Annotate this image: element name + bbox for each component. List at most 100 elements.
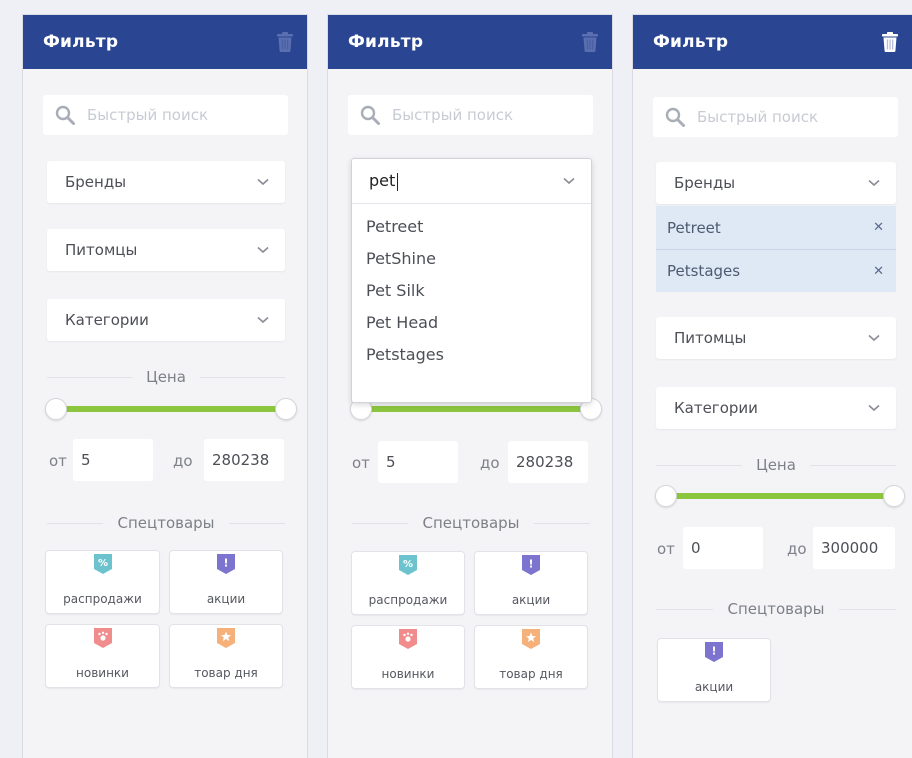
selected-brand-item: Petstages ✕ <box>656 249 896 292</box>
percent-badge-icon: % <box>399 555 417 575</box>
categories-dropdown[interactable]: Категории <box>656 387 896 429</box>
special-label: акции <box>511 593 551 607</box>
brand-option[interactable]: Pet Head <box>352 306 591 338</box>
selected-brand-label: Petstages <box>667 262 741 280</box>
chevron-down-icon <box>257 178 269 186</box>
brand-option[interactable]: Pet Silk <box>352 274 591 306</box>
selected-brand-label: Petreet <box>667 218 721 237</box>
search-icon <box>360 105 380 125</box>
svg-text:%: % <box>403 559 413 570</box>
special-sale-button[interactable]: % распродажи <box>45 550 160 614</box>
panel-title: Фильтр <box>348 32 424 52</box>
star-badge-icon <box>217 628 235 648</box>
specials-section-title: Спецтовары <box>656 599 896 619</box>
special-deal-button[interactable]: товар дня <box>169 624 283 688</box>
selected-brand-item: Petreet ✕ <box>656 206 896 249</box>
price-from-input[interactable]: 5 <box>378 441 458 483</box>
pets-dropdown[interactable]: Питомцы <box>47 229 285 271</box>
brand-option[interactable]: PetShine <box>352 242 591 274</box>
price-slider-min-handle[interactable] <box>655 485 677 507</box>
dropdown-label: Категории <box>674 399 758 417</box>
panel-header: Фильтр <box>328 15 612 69</box>
chevron-down-icon <box>868 334 880 342</box>
panel-title: Фильтр <box>43 32 119 52</box>
price-to-input[interactable]: 280238 <box>204 439 284 481</box>
remove-icon[interactable]: ✕ <box>873 264 884 279</box>
dropdown-label: Бренды <box>65 173 127 191</box>
special-label: акции <box>206 592 246 606</box>
price-to-label: до <box>173 452 193 470</box>
price-slider-max-handle[interactable] <box>883 485 905 507</box>
price-slider-min-handle[interactable] <box>45 398 67 420</box>
price-slider[interactable] <box>45 398 297 420</box>
price-slider-track <box>360 406 592 412</box>
svg-text:!: ! <box>711 645 716 658</box>
trash-icon[interactable] <box>882 32 898 52</box>
special-promo-button[interactable]: ! акции <box>657 638 771 702</box>
pets-dropdown[interactable]: Питомцы <box>656 317 896 359</box>
brand-autocomplete-popup: pet Petreet PetShine Pet Silk Pet Head P… <box>351 158 592 403</box>
svg-text:%: % <box>97 558 107 569</box>
panel-header: Фильтр <box>23 15 307 69</box>
price-slider[interactable] <box>655 485 905 507</box>
brands-dropdown[interactable]: Бренды <box>47 161 285 203</box>
exclamation-badge-icon: ! <box>705 642 723 662</box>
special-label: товар дня <box>499 667 563 681</box>
exclamation-badge-icon: ! <box>217 554 235 574</box>
search-placeholder: Быстрый поиск <box>697 108 819 126</box>
svg-text:!: ! <box>223 557 228 570</box>
remove-icon[interactable]: ✕ <box>873 220 884 235</box>
brand-option[interactable]: Petreet <box>352 210 591 242</box>
search-icon <box>665 107 685 127</box>
brand-search-input[interactable]: pet <box>352 159 591 204</box>
special-new-button[interactable]: новинки <box>45 624 160 688</box>
price-section-title: Цена <box>47 367 285 387</box>
price-slider-max-handle[interactable] <box>275 398 297 420</box>
price-section-title: Цена <box>656 455 896 475</box>
quick-search-input[interactable]: Быстрый поиск <box>348 95 593 135</box>
chevron-down-icon <box>257 316 269 324</box>
price-from-input[interactable]: 0 <box>683 527 763 569</box>
price-from-label: от <box>657 540 675 558</box>
special-promo-button[interactable]: ! акции <box>474 551 588 615</box>
special-deal-button[interactable]: товар дня <box>474 625 588 689</box>
exclamation-badge-icon: ! <box>522 555 540 575</box>
search-placeholder: Быстрый поиск <box>87 106 209 124</box>
panel-title: Фильтр <box>653 32 729 52</box>
brands-dropdown[interactable]: Бренды <box>656 162 896 204</box>
specials-section-title: Спецтовары <box>47 513 285 533</box>
text-caret <box>397 172 399 191</box>
brand-query-text: pet <box>369 171 396 191</box>
price-to-label: до <box>787 540 807 558</box>
special-label: распродажи <box>63 592 142 606</box>
star-badge-icon <box>522 629 540 649</box>
quick-search-input[interactable]: Быстрый поиск <box>43 95 288 135</box>
special-new-button[interactable]: новинки <box>351 625 465 689</box>
brand-option[interactable]: Petstages <box>352 338 591 370</box>
dropdown-label: Категории <box>65 311 149 329</box>
panel-header: Фильтр <box>633 15 912 69</box>
selected-brands-list: Petreet ✕ Petstages ✕ <box>656 206 896 292</box>
dropdown-label: Питомцы <box>674 329 747 347</box>
svg-text:!: ! <box>528 558 533 571</box>
price-to-input[interactable]: 280238 <box>508 441 588 483</box>
chevron-down-icon <box>257 246 269 254</box>
price-from-label: от <box>352 454 370 472</box>
quick-search-input[interactable]: Быстрый поиск <box>653 97 898 137</box>
special-label: новинки <box>381 667 435 681</box>
categories-dropdown[interactable]: Категории <box>47 299 285 341</box>
trash-icon[interactable] <box>582 32 598 52</box>
price-from-input[interactable]: 5 <box>73 439 153 481</box>
special-label: новинки <box>76 666 129 680</box>
price-slider-track <box>665 493 895 499</box>
price-to-input[interactable]: 300000 <box>813 527 895 569</box>
special-promo-button[interactable]: ! акции <box>169 550 283 614</box>
filter-panel-1: Фильтр Быстрый поиск Бренды Питомцы Кате… <box>22 14 308 758</box>
chevron-down-icon[interactable] <box>563 177 575 185</box>
trash-icon[interactable] <box>277 32 293 52</box>
paw-badge-icon <box>94 628 112 648</box>
price-to-label: до <box>480 454 500 472</box>
special-sale-button[interactable]: % распродажи <box>351 551 465 615</box>
specials-section-title: Спецтовары <box>352 513 590 533</box>
chevron-down-icon <box>868 179 880 187</box>
